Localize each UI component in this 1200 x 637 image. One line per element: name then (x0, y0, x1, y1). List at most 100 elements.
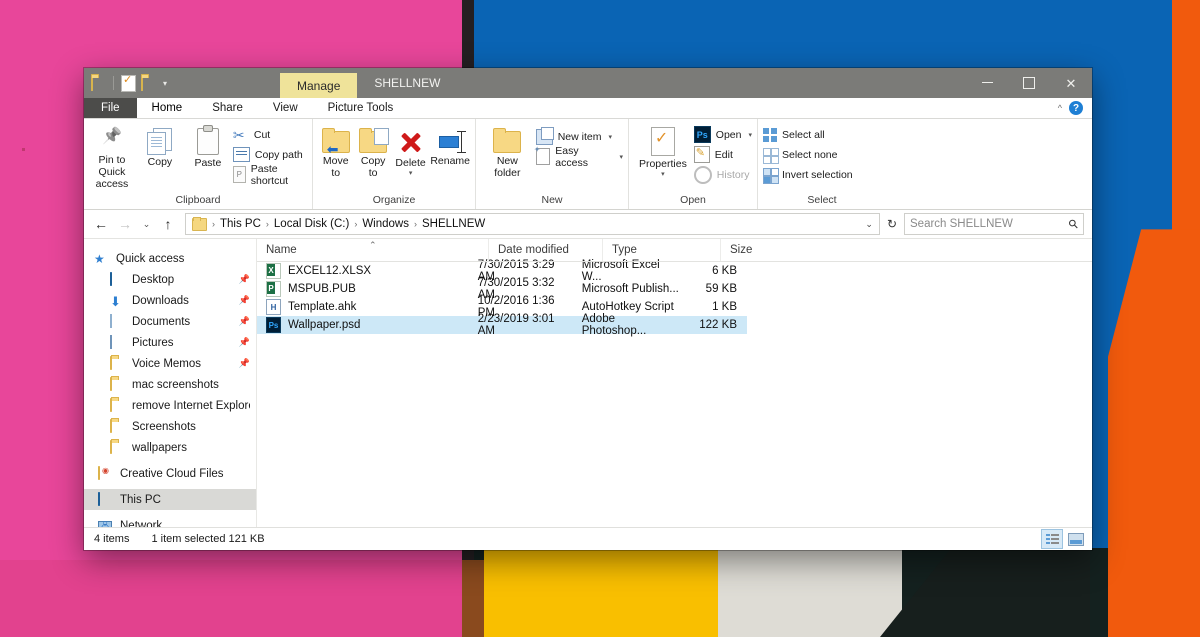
breadcrumb-dropdown-icon[interactable]: ⌄ (865, 219, 873, 230)
sidebar-item-voice-memos[interactable]: Voice Memos 📌 (84, 353, 256, 374)
column-header-name[interactable]: Name ⌃ (257, 239, 488, 261)
address-bar-row: ← → ⌄ ↑ › This PC › Local Disk (C:) › Wi… (84, 210, 1092, 239)
breadcrumb-bar[interactable]: › This PC › Local Disk (C:) › Windows › … (185, 213, 880, 235)
copy-to-icon (359, 131, 387, 153)
paste-icon (197, 128, 219, 155)
table-row[interactable]: Ps Wallpaper.psd 2/23/2019 3:01 AM Adobe… (257, 316, 747, 334)
cell-name: EXCEL12.XLSX (257, 262, 469, 280)
tab-view[interactable]: View (258, 98, 313, 118)
tab-home[interactable]: Home (137, 98, 198, 118)
sidebar-item-screenshots[interactable]: Screenshots (84, 416, 256, 437)
sidebar-item-documents[interactable]: Documents 📌 (84, 311, 256, 332)
column-header-type[interactable]: Type (602, 239, 720, 261)
delete-x-icon (398, 129, 424, 155)
search-input[interactable]: Search SHELLNEW ⚲ (904, 213, 1084, 235)
cut-button[interactable]: Cut (233, 126, 307, 143)
column-header-date-modified[interactable]: Date modified (488, 239, 602, 261)
network-icon (98, 519, 114, 528)
edit-button[interactable]: Edit (694, 146, 752, 163)
tab-file[interactable]: File (84, 98, 137, 118)
rename-button[interactable]: Rename (430, 122, 470, 167)
easy-access-button[interactable]: Easy access ▾ (536, 148, 623, 165)
forward-button[interactable]: → (114, 213, 136, 235)
breadcrumb-sep-3: › (413, 219, 418, 229)
cell-date-modified: 2/23/2019 3:01 AM (469, 316, 573, 334)
sidebar-item-remove-internet-explorer[interactable]: remove Internet Explorer fror (84, 395, 256, 416)
sidebar-item-network[interactable]: Network (84, 515, 256, 527)
sidebar-item-pictures[interactable]: Pictures 📌 (84, 332, 256, 353)
paste-button[interactable]: Paste (185, 122, 231, 169)
pin-to-quick-access-button[interactable]: Pin to Quick access (89, 122, 135, 190)
breadcrumb-windows[interactable]: Windows (362, 218, 409, 230)
minimize-button[interactable] (966, 68, 1008, 98)
paste-shortcut-label: Paste shortcut (251, 163, 307, 187)
move-to-label: Move to (323, 155, 349, 179)
invert-selection-button[interactable]: Invert selection (763, 166, 853, 183)
column-header-size-label: Size (730, 244, 752, 256)
window-controls: ✕ (966, 68, 1092, 98)
delete-label: Delete (395, 157, 425, 169)
photoshop-file-icon: Ps (266, 317, 281, 333)
details-view-button[interactable] (1041, 529, 1063, 549)
open-label: Open (716, 129, 742, 141)
file-list-pane: Name ⌃ Date modified Type Size (257, 239, 1092, 527)
contextual-tab-manage[interactable]: Manage (280, 73, 357, 98)
recent-locations-button[interactable]: ⌄ (138, 213, 155, 235)
status-selection-info: 1 item selected 121 KB (151, 533, 264, 545)
cell-name: H Template.ahk (257, 298, 469, 316)
open-caret[interactable]: ▾ (748, 131, 752, 139)
cell-name: MSPUB.PUB (257, 280, 469, 298)
up-button[interactable]: ↑ (157, 213, 179, 235)
new-folder-button[interactable]: New folder (481, 122, 534, 179)
qat-new-folder-icon[interactable] (141, 76, 156, 91)
copy-to-button[interactable]: Copy to (355, 122, 390, 179)
rename-icon (436, 131, 464, 153)
new-item-button[interactable]: New item ▾ (536, 128, 623, 145)
help-icon[interactable]: ? (1069, 101, 1083, 115)
easy-access-caret[interactable]: ▾ (619, 153, 623, 161)
sidebar-item-this-pc[interactable]: This PC (84, 489, 256, 510)
tab-picture-tools[interactable]: Picture Tools (313, 98, 409, 118)
sidebar-item-wallpapers[interactable]: wallpapers (84, 437, 256, 458)
view-mode-buttons (1041, 529, 1086, 549)
sidebar-item-creative-cloud-files[interactable]: Creative Cloud Files (84, 463, 256, 484)
maximize-button[interactable] (1008, 68, 1050, 98)
qat-properties-icon[interactable] (121, 75, 136, 92)
delete-caret[interactable]: ▾ (409, 171, 413, 176)
column-header-size[interactable]: Size (720, 239, 802, 261)
tab-share[interactable]: Share (197, 98, 258, 118)
copy-button[interactable]: Copy (137, 122, 183, 168)
breadcrumb-shellnew[interactable]: SHELLNEW (422, 218, 485, 230)
select-none-button[interactable]: Select none (763, 146, 853, 163)
collapse-ribbon-icon[interactable]: ^ (1058, 103, 1062, 113)
delete-button[interactable]: Delete ▾ (393, 122, 428, 176)
properties-caret[interactable]: ▾ (661, 172, 665, 177)
new-small-commands: New item ▾ Easy access ▾ (536, 122, 623, 165)
refresh-icon[interactable]: ↻ (882, 217, 902, 231)
file-explorer-window: ▾ Manage SHELLNEW ✕ File Home Share View… (84, 68, 1092, 550)
back-button[interactable]: ← (90, 213, 112, 235)
sidebar-item-desktop[interactable]: Desktop 📌 (84, 269, 256, 290)
copy-path-button[interactable]: Copy path (233, 146, 307, 163)
invert-selection-icon (763, 168, 777, 182)
cell-type: Adobe Photoshop... (573, 316, 681, 334)
qat-customize-caret[interactable]: ▾ (161, 79, 169, 88)
large-icons-view-button[interactable] (1066, 530, 1086, 548)
breadcrumb-local-disk[interactable]: Local Disk (C:) (274, 218, 349, 230)
sidebar-item-downloads[interactable]: Downloads 📌 (84, 290, 256, 311)
breadcrumb-this-pc[interactable]: This PC (220, 218, 261, 230)
move-to-button[interactable]: ⬅ Move to (318, 122, 353, 179)
invert-selection-label: Invert selection (782, 169, 853, 181)
qat-folder-icon[interactable] (91, 76, 106, 91)
select-all-button[interactable]: Select all (763, 126, 853, 143)
sidebar-item-mac-screenshots[interactable]: mac screenshots (84, 374, 256, 395)
sidebar-item-quick-access[interactable]: Quick access (84, 248, 256, 269)
new-item-caret[interactable]: ▾ (608, 133, 612, 141)
qat-divider (113, 76, 114, 90)
properties-button[interactable]: Properties ▾ (634, 122, 692, 177)
pin-icon (101, 128, 123, 152)
close-button[interactable]: ✕ (1050, 68, 1092, 98)
open-button[interactable]: Ps Open ▾ (694, 126, 752, 143)
copy-path-label: Copy path (255, 149, 303, 161)
paste-shortcut-button[interactable]: P Paste shortcut (233, 166, 307, 183)
